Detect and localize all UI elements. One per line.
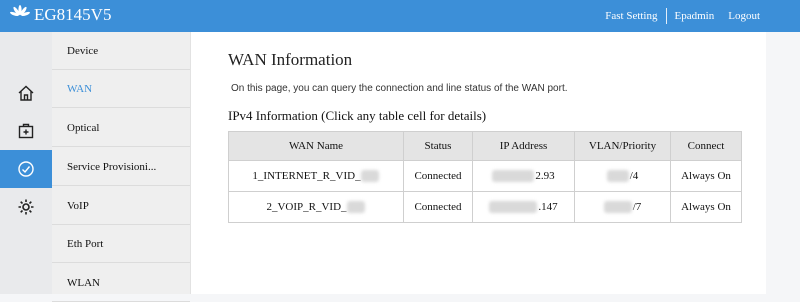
active-pointer xyxy=(96,194,104,210)
wan-table: WAN Name Status IP Address VLAN/Priority… xyxy=(228,131,742,223)
sidebar-icon-diagnose[interactable] xyxy=(0,112,52,150)
icon-sidebar xyxy=(0,32,52,294)
sidebar-icon-home[interactable] xyxy=(0,74,52,112)
fast-setting-link[interactable]: Fast Setting xyxy=(605,10,657,22)
cell-vlan-priority[interactable]: /7 xyxy=(574,191,671,223)
home-icon xyxy=(18,85,34,101)
user-link[interactable]: Epadmin xyxy=(675,10,715,22)
nav-item-eth-port[interactable]: Eth Port xyxy=(52,225,190,263)
cell-status[interactable]: Connected xyxy=(403,160,473,192)
product-name: EG8145V5 xyxy=(34,5,112,24)
nav-item-service-provisioning[interactable]: Service Provisioni... xyxy=(52,148,190,186)
cell-connect[interactable]: Always On xyxy=(670,191,742,223)
gear-icon xyxy=(18,199,34,215)
sidebar-icon-settings[interactable] xyxy=(0,188,52,226)
cell-vlan-priority[interactable]: /4 xyxy=(574,160,671,192)
huawei-logo-icon xyxy=(10,5,30,17)
sidebar-icon-service[interactable] xyxy=(0,150,52,188)
nav-item-voip[interactable]: VoIP xyxy=(52,187,190,225)
top-bar: EG8145V5 Fast Setting Epadmin Logout xyxy=(0,0,800,32)
logout-link[interactable]: Logout xyxy=(728,10,760,22)
col-wan-name: WAN Name xyxy=(228,131,404,161)
table-header-row: WAN Name Status IP Address VLAN/Priority… xyxy=(228,131,742,161)
nav-item-optical[interactable]: Optical xyxy=(52,109,190,147)
col-connect: Connect xyxy=(670,131,742,161)
col-status: Status xyxy=(403,131,473,161)
medical-box-icon xyxy=(18,123,34,139)
table-row[interactable]: 1_INTERNET_R_VID_ Connected 2.93 /4 Alwa… xyxy=(228,160,742,192)
divider xyxy=(665,8,667,24)
section-title: IPv4 Information (Click any table cell f… xyxy=(228,108,487,123)
sub-navigation: Device WAN Optical Service Provisioni...… xyxy=(52,32,191,302)
main-content: WAN Information On this page, you can qu… xyxy=(191,32,766,294)
check-circle-icon xyxy=(18,161,34,177)
cell-wan-name[interactable]: 2_VOIP_R_VID_ xyxy=(228,191,404,223)
right-margin xyxy=(766,32,800,294)
nav-item-wlan[interactable]: WLAN xyxy=(52,264,190,302)
table-row[interactable]: 2_VOIP_R_VID_ Connected .147 /7 Always O… xyxy=(228,191,742,223)
cell-wan-name[interactable]: 1_INTERNET_R_VID_ xyxy=(228,160,404,192)
top-links: Fast Setting Epadmin Logout xyxy=(605,0,760,32)
page-description: On this page, you can query the connecti… xyxy=(231,83,568,94)
col-ip-address: IP Address xyxy=(472,131,575,161)
page-title: WAN Information xyxy=(228,50,353,69)
nav-item-wan[interactable]: WAN xyxy=(52,70,190,108)
cell-status[interactable]: Connected xyxy=(403,191,473,223)
col-vlan-priority: VLAN/Priority xyxy=(574,131,671,161)
cell-ip-address[interactable]: .147 xyxy=(472,191,575,223)
cell-ip-address[interactable]: 2.93 xyxy=(472,160,575,192)
cell-connect[interactable]: Always On xyxy=(670,160,742,192)
nav-item-device[interactable]: Device xyxy=(52,32,190,70)
